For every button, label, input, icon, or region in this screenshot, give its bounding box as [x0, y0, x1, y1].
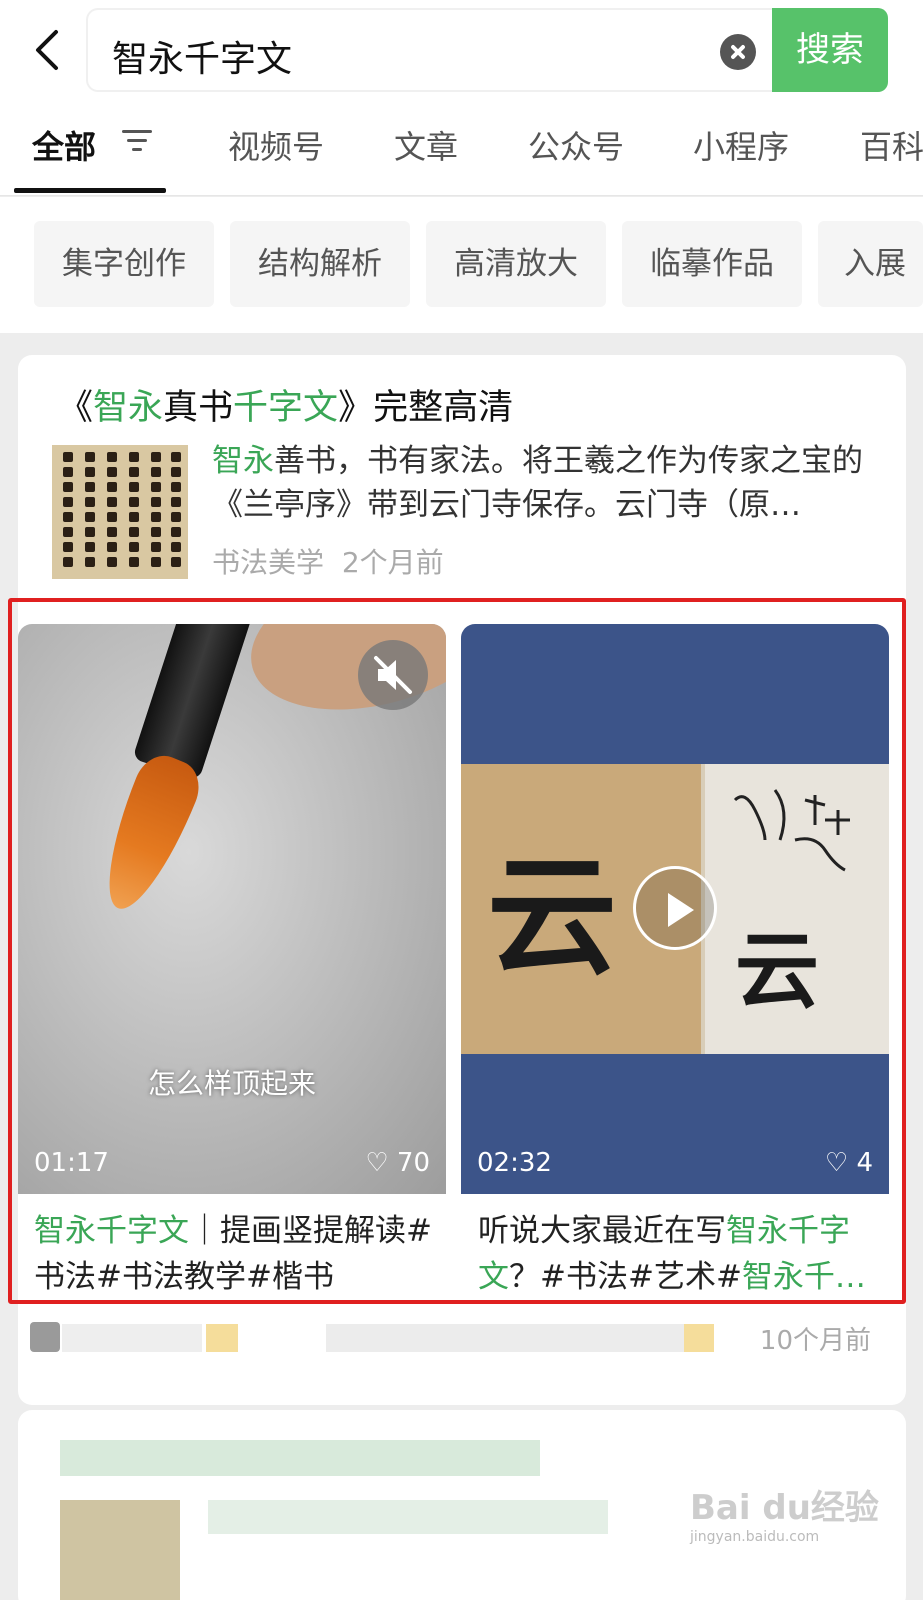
- tab-encyclopedia[interactable]: 百科: [860, 122, 923, 168]
- redacted-text: [62, 1324, 202, 1352]
- tab-official-accounts[interactable]: 公众号: [528, 122, 624, 168]
- redacted-thumbnail: [60, 1500, 180, 1600]
- chip-copy-works[interactable]: 临摹作品: [622, 221, 802, 307]
- footer-time: 10个月前: [759, 1326, 871, 1356]
- redacted-text: [60, 1440, 540, 1476]
- redacted-text: [206, 1324, 238, 1352]
- back-arrow-icon[interactable]: [30, 28, 66, 72]
- article-time: 2个月前: [341, 546, 444, 579]
- article-source: 书法美学: [212, 546, 325, 579]
- redacted-text: [684, 1324, 714, 1352]
- top-bar: 智永千字文 搜索: [0, 0, 923, 100]
- article-snippet: 智永善书，书有家法。将王羲之作为传家之宝的《兰亭序》带到云门寺保存。云门寺（原…: [212, 443, 863, 523]
- article-thumbnail[interactable]: [52, 445, 188, 579]
- chip-hd-zoom[interactable]: 高清放大: [426, 221, 606, 307]
- tab-channels[interactable]: 视频号: [228, 122, 324, 168]
- chip-structure[interactable]: 结构解析: [230, 221, 410, 307]
- redacted-text: [208, 1500, 608, 1534]
- search-input[interactable]: 智永千字文: [86, 8, 776, 92]
- tab-articles[interactable]: 文章: [394, 122, 458, 168]
- article-title[interactable]: 《智永真书千字文》完整高清: [58, 379, 513, 430]
- tab-bar: 全部 视频号 文章 公众号 小程序 百科: [0, 100, 923, 196]
- tab-mini-programs[interactable]: 小程序: [693, 122, 789, 168]
- chip-collect-chars[interactable]: 集字创作: [34, 221, 214, 307]
- active-tab-indicator: [14, 188, 166, 193]
- redacted-text: [326, 1324, 686, 1352]
- suggestion-chips: 集字创作 结构解析 高清放大 临摹作品 入展: [0, 197, 923, 333]
- clear-icon[interactable]: [720, 34, 756, 70]
- redacted-avatar: [30, 1322, 60, 1352]
- filter-icon[interactable]: [122, 128, 152, 152]
- tab-all[interactable]: 全部: [32, 122, 96, 168]
- baidu-watermark: Bai du经验 jingyan.baidu.com: [690, 1488, 879, 1545]
- search-button[interactable]: 搜索: [772, 8, 888, 92]
- highlight-frame: [8, 598, 906, 1304]
- search-query: 智永千字文: [112, 39, 293, 80]
- article-meta: 书法美学 2个月前: [212, 541, 444, 581]
- chip-exhibition[interactable]: 入展: [818, 221, 923, 307]
